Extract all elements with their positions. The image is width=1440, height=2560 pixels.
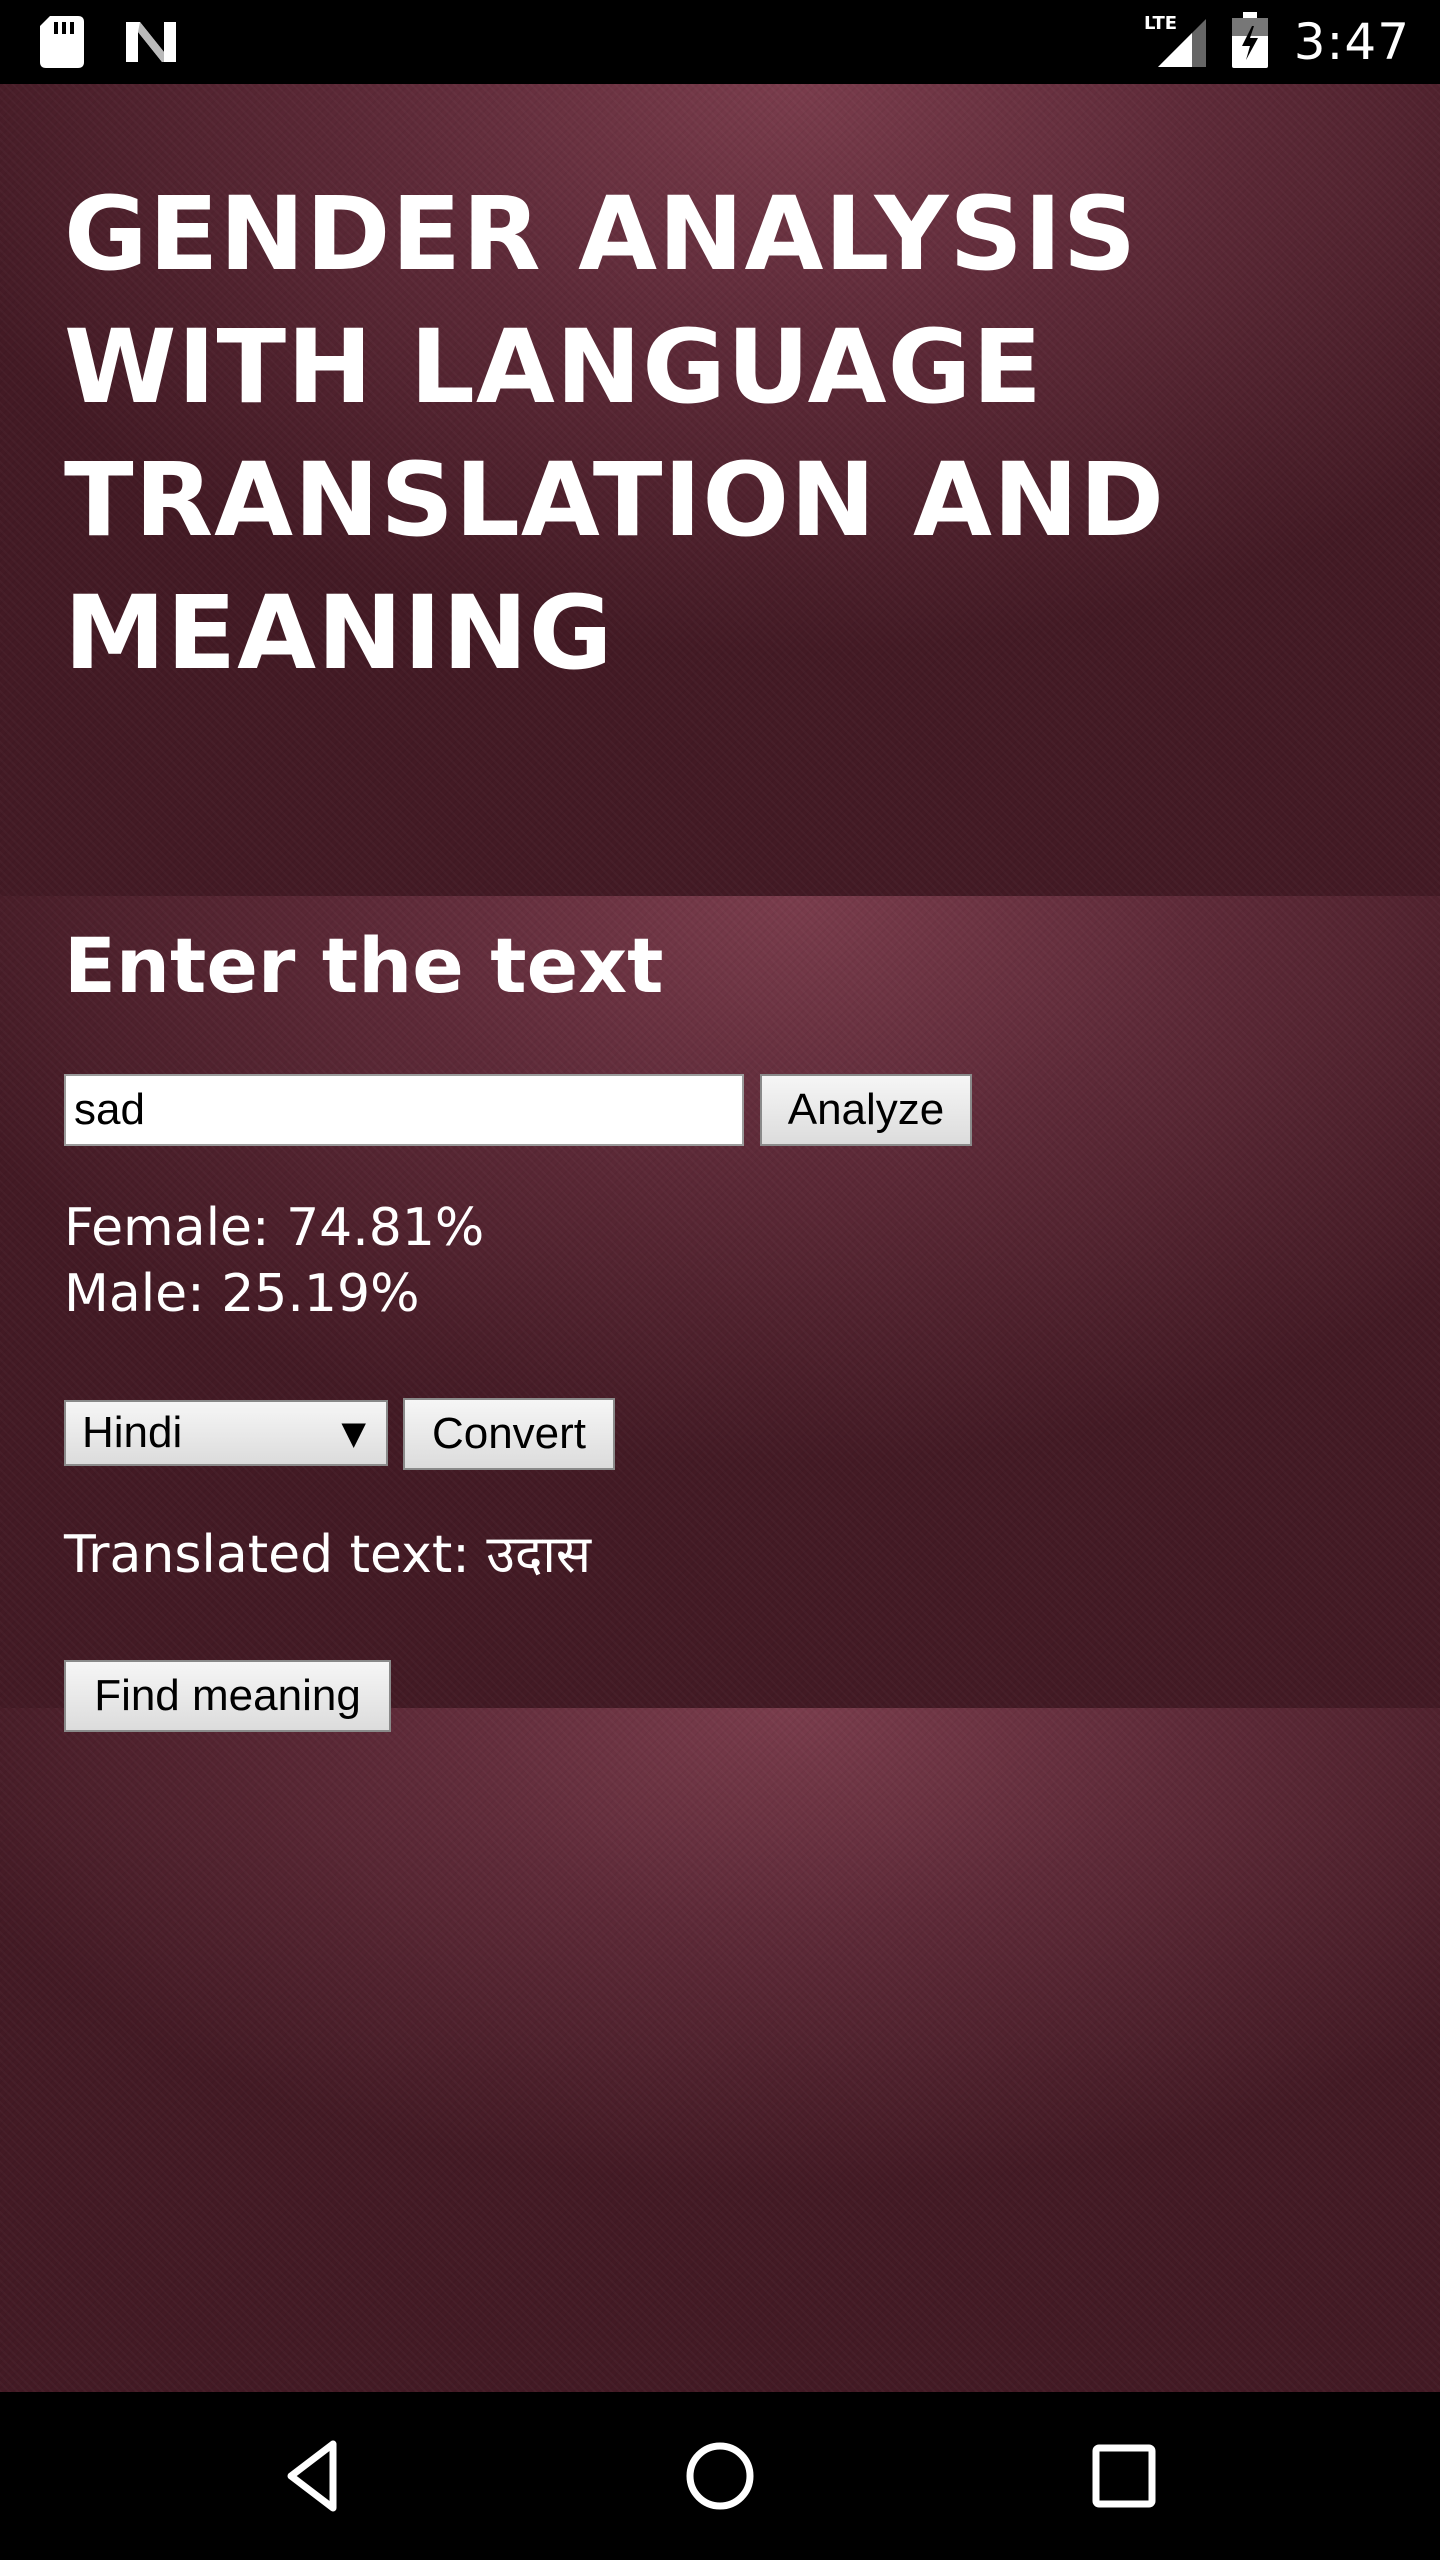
status-bar-right: LTE 3:47 xyxy=(1144,10,1410,74)
dropdown-arrow-icon: ▼ xyxy=(341,1414,366,1452)
status-time: 3:47 xyxy=(1293,13,1410,71)
analyze-button[interactable]: Analyze xyxy=(760,1074,972,1146)
home-icon[interactable] xyxy=(678,2434,762,2518)
battery-charging-icon xyxy=(1231,11,1268,73)
header-panel: GENDER ANALYSIS WITH LANGUAGE TRANSLATIO… xyxy=(0,84,1440,896)
network-label: LTE xyxy=(1144,13,1177,34)
female-result: Female: 74.81% xyxy=(64,1198,485,1258)
language-select[interactable]: Hindi ▼ xyxy=(64,1400,388,1466)
text-input[interactable] xyxy=(64,1074,744,1146)
find-meaning-button[interactable]: Find meaning xyxy=(64,1660,391,1732)
recents-icon[interactable] xyxy=(1082,2434,1166,2518)
n-logo-icon xyxy=(124,18,178,71)
enter-text-heading: Enter the text xyxy=(64,921,664,1010)
lte-signal-icon: LTE xyxy=(1144,13,1206,72)
navigation-bar xyxy=(0,2392,1440,2560)
language-select-value: Hindi xyxy=(82,1408,183,1457)
app-screen: LTE 3:47 GENDER ANALYSIS WITH LANGUAGE T… xyxy=(0,0,1440,2560)
sd-card-icon xyxy=(40,16,84,73)
status-bar: LTE 3:47 xyxy=(0,0,1440,84)
back-icon[interactable] xyxy=(275,2434,359,2518)
status-bar-left xyxy=(40,16,178,73)
translated-text: Translated text: उदास xyxy=(64,1525,592,1585)
convert-button[interactable]: Convert xyxy=(403,1398,615,1470)
empty-panel xyxy=(0,1708,1440,2392)
app-title: GENDER ANALYSIS WITH LANGUAGE TRANSLATIO… xyxy=(64,175,1165,693)
male-result: Male: 25.19% xyxy=(64,1264,420,1324)
main-panel: Enter the text Analyze Female: 74.81% Ma… xyxy=(0,896,1440,1732)
